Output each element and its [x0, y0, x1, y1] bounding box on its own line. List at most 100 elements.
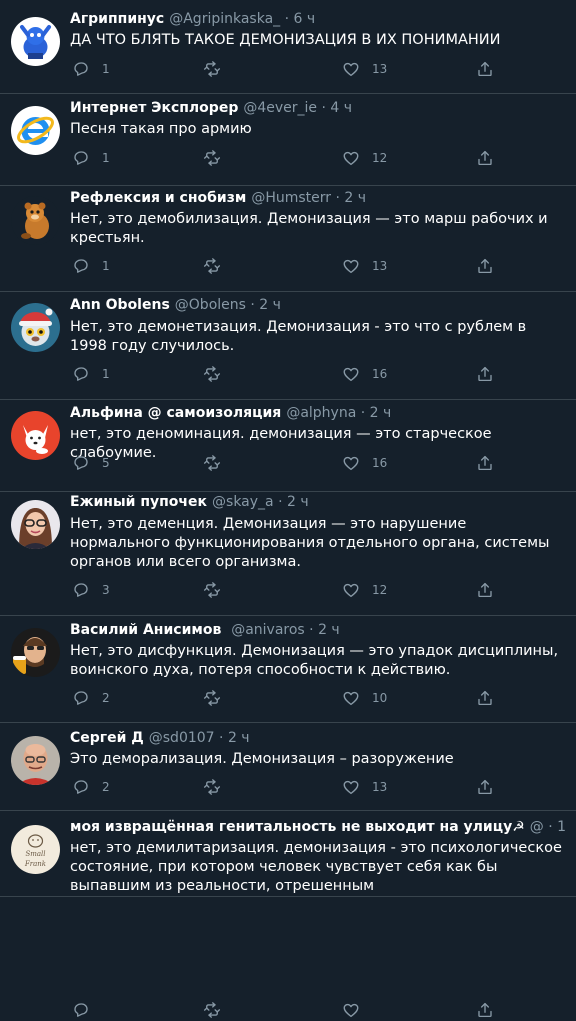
share-button[interactable]: [476, 147, 494, 169]
avatar[interactable]: [11, 500, 60, 549]
tweet-text: Нет, это деменция. Демонизация — это нар…: [70, 516, 550, 570]
avatar[interactable]: [11, 736, 60, 785]
share-button[interactable]: [476, 255, 494, 277]
avatar[interactable]: [11, 303, 60, 352]
timestamp[interactable]: 2 ч: [318, 622, 340, 638]
author-name[interactable]: Василий Анисимов: [70, 622, 226, 638]
retweet-button[interactable]: [203, 999, 221, 1021]
avatar[interactable]: [11, 17, 60, 66]
retweet-button[interactable]: [203, 776, 221, 798]
author-name[interactable]: Сергей Д: [70, 730, 144, 746]
share-button[interactable]: [476, 687, 494, 709]
reply-button[interactable]: 5: [72, 452, 110, 474]
tweet[interactable]: Рефлексия и снобизм @Humsterr · 2 ч Нет, э…: [0, 186, 576, 292]
share-icon: [476, 581, 494, 599]
retweet-button[interactable]: [203, 58, 221, 80]
avatar[interactable]: Small Frank: [11, 825, 60, 874]
separator-dot: ·: [548, 819, 553, 835]
author-name[interactable]: Ежиный пупочек: [70, 494, 207, 510]
tweet[interactable]: Ann Obolens @Obolens · 2 ч Нет, это демоне…: [0, 292, 576, 400]
author-handle[interactable]: @skay_a: [212, 494, 274, 510]
separator-dot: ·: [309, 622, 314, 638]
avatar[interactable]: [11, 411, 60, 460]
author-name[interactable]: Агриппинус: [70, 11, 164, 27]
timestamp[interactable]: 2 ч: [287, 494, 309, 510]
reply-button[interactable]: 2: [72, 687, 110, 709]
timestamp[interactable]: 2 ч: [370, 405, 392, 421]
like-button[interactable]: 16: [342, 363, 387, 385]
reply-button[interactable]: 1: [72, 147, 110, 169]
reply-button[interactable]: 1: [72, 58, 110, 80]
like-button[interactable]: [342, 999, 372, 1021]
author-name[interactable]: Рефлексия и снобизм: [70, 190, 246, 206]
share-button[interactable]: [476, 579, 494, 601]
author-handle[interactable]: @Agripinkaska_: [169, 11, 280, 27]
retweet-button[interactable]: [203, 579, 221, 601]
author-handle[interactable]: @Humsterr: [251, 190, 331, 206]
author-name[interactable]: Альфина @ самоизоляция: [70, 405, 281, 421]
timestamp[interactable]: 6 ч: [294, 11, 316, 27]
author-handle[interactable]: @alphyna: [286, 405, 356, 421]
tweet[interactable]: Сергей Д @sd0107 · 2 ч Это деморализация. …: [0, 723, 576, 811]
retweet-icon: [203, 454, 221, 472]
author-handle[interactable]: @sd0107: [149, 730, 215, 746]
avatar[interactable]: [11, 196, 60, 245]
author-handle[interactable]: @: [530, 819, 544, 835]
reply-icon: [72, 60, 90, 78]
share-icon: [476, 149, 494, 167]
tweet-text: Это деморализация. Демонизация – разоруж…: [70, 751, 454, 767]
tweet[interactable]: Ежиный пупочек @skay_a · 2 ч Нет, это деме…: [0, 492, 576, 616]
tweet[interactable]: Интернет Эксплорер @4ever_ie · 4 ч Песня т…: [0, 94, 576, 186]
share-button[interactable]: [476, 999, 494, 1021]
retweet-button[interactable]: [203, 363, 221, 385]
tweet-header: моя извращённая генитальность не выходит…: [70, 818, 568, 836]
reply-button[interactable]: 2: [72, 776, 110, 798]
author-name[interactable]: Ann Obolens: [70, 297, 170, 313]
avatar[interactable]: [11, 628, 60, 677]
share-button[interactable]: [476, 363, 494, 385]
like-button[interactable]: 16: [342, 452, 387, 474]
retweet-button[interactable]: [203, 147, 221, 169]
timestamp[interactable]: 2 ч: [259, 297, 281, 313]
share-button[interactable]: [476, 452, 494, 474]
reply-button[interactable]: 1: [72, 255, 110, 277]
retweet-button[interactable]: [203, 255, 221, 277]
avatar[interactable]: [11, 106, 60, 155]
author-name[interactable]: Интернет Эксплорер: [70, 100, 238, 116]
like-icon: [342, 149, 360, 167]
like-button[interactable]: 12: [342, 579, 387, 601]
separator-dot: ·: [219, 730, 224, 746]
timestamp[interactable]: 4 ч: [330, 100, 352, 116]
author-handle[interactable]: @Obolens: [175, 297, 246, 313]
separator-dot: ·: [284, 11, 290, 27]
reply-count: 3: [102, 583, 110, 597]
like-button[interactable]: 13: [342, 58, 387, 80]
reply-count: 2: [102, 780, 110, 794]
like-icon: [342, 257, 360, 275]
author-handle[interactable]: @4ever_ie: [243, 100, 317, 116]
like-button[interactable]: 10: [342, 687, 387, 709]
like-button[interactable]: 12: [342, 147, 387, 169]
tweet-text: ДА ЧТО БЛЯТЬ ТАКОЕ ДЕМОНИЗАЦИЯ В ИХ ПОНИ…: [70, 32, 501, 48]
tweet[interactable]: Альфина @ самоизоляция @alphyna · 2 ч нет,…: [0, 400, 576, 492]
retweet-button[interactable]: [203, 687, 221, 709]
tweet-actions: 3 12: [70, 579, 500, 601]
tweet-header: Рефлексия и снобизм @Humsterr · 2 ч: [70, 189, 568, 207]
reply-button[interactable]: 3: [72, 579, 110, 601]
share-button[interactable]: [476, 776, 494, 798]
author-handle[interactable]: @anivaros: [231, 622, 305, 638]
reply-button[interactable]: 1: [72, 363, 110, 385]
timestamp[interactable]: 2 ч: [344, 190, 366, 206]
retweet-button[interactable]: [203, 452, 221, 474]
share-button[interactable]: [476, 58, 494, 80]
tweet[interactable]: Агриппинус @Agripinkaska_ · 6 ч ДА ЧТО БЛЯ…: [0, 0, 576, 94]
timestamp[interactable]: 2 ч: [228, 730, 250, 746]
reply-button[interactable]: [72, 999, 102, 1021]
author-name[interactable]: моя извращённая генитальность не выходит…: [70, 819, 525, 835]
timestamp[interactable]: 1 ч: [557, 819, 568, 835]
tweet[interactable]: Василий Анисимов @anivaros · 2 ч Нет, это…: [0, 616, 576, 723]
tweet[interactable]: Small Frank моя извращённая генитальность …: [0, 811, 576, 1018]
like-button[interactable]: 13: [342, 776, 387, 798]
retweet-icon: [203, 581, 221, 599]
like-button[interactable]: 13: [342, 255, 387, 277]
